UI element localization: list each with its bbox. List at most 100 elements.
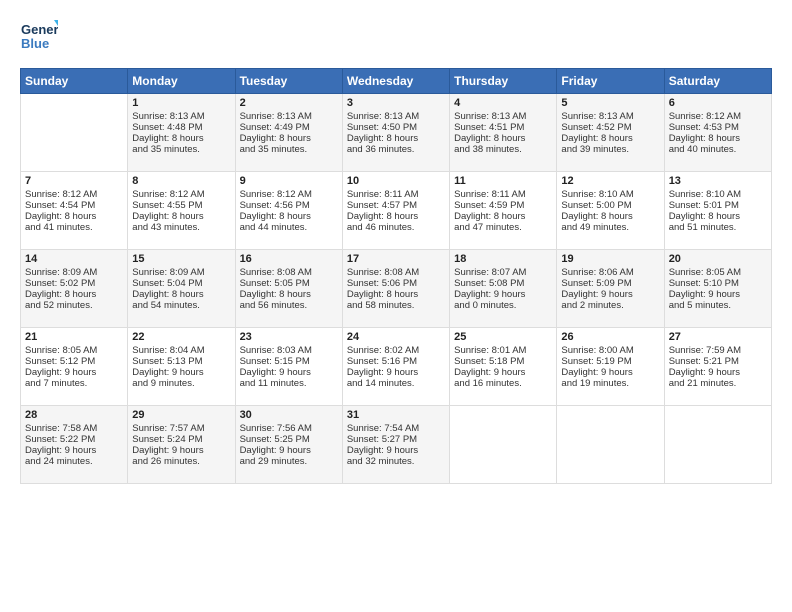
cell-info: Daylight: 9 hours <box>669 289 767 300</box>
day-number: 6 <box>669 97 767 109</box>
cell-info: Sunset: 5:12 PM <box>25 356 123 367</box>
cell-info: Sunrise: 7:56 AM <box>240 423 338 434</box>
weekday-header-sunday: Sunday <box>21 69 128 94</box>
cell-info: Sunset: 5:27 PM <box>347 434 445 445</box>
day-number: 9 <box>240 175 338 187</box>
cell-info: Sunset: 5:04 PM <box>132 278 230 289</box>
cell-info: Daylight: 9 hours <box>347 445 445 456</box>
calendar-cell: 13Sunrise: 8:10 AMSunset: 5:01 PMDayligh… <box>664 172 771 250</box>
cell-info: Sunset: 4:54 PM <box>25 200 123 211</box>
calendar-cell: 12Sunrise: 8:10 AMSunset: 5:00 PMDayligh… <box>557 172 664 250</box>
cell-info: and 58 minutes. <box>347 300 445 311</box>
day-number: 28 <box>25 409 123 421</box>
cell-info: Sunrise: 8:12 AM <box>669 111 767 122</box>
weekday-header-friday: Friday <box>557 69 664 94</box>
day-number: 5 <box>561 97 659 109</box>
cell-info: Sunrise: 8:13 AM <box>454 111 552 122</box>
cell-info: Daylight: 8 hours <box>561 133 659 144</box>
cell-info: Sunset: 5:19 PM <box>561 356 659 367</box>
cell-info: Sunrise: 8:11 AM <box>454 189 552 200</box>
cell-info: and 26 minutes. <box>132 456 230 467</box>
cell-info: and 19 minutes. <box>561 378 659 389</box>
day-number: 24 <box>347 331 445 343</box>
cell-info: and 54 minutes. <box>132 300 230 311</box>
cell-info: Sunset: 5:10 PM <box>669 278 767 289</box>
calendar-cell: 21Sunrise: 8:05 AMSunset: 5:12 PMDayligh… <box>21 328 128 406</box>
cell-info: and 52 minutes. <box>25 300 123 311</box>
cell-info: Sunrise: 8:00 AM <box>561 345 659 356</box>
cell-info: Sunrise: 8:12 AM <box>25 189 123 200</box>
day-number: 11 <box>454 175 552 187</box>
cell-info: Sunset: 5:16 PM <box>347 356 445 367</box>
cell-info: Daylight: 9 hours <box>454 367 552 378</box>
logo: General Blue <box>20 18 58 56</box>
cell-info: Daylight: 9 hours <box>132 367 230 378</box>
cell-info: Sunrise: 8:12 AM <box>240 189 338 200</box>
cell-info: Daylight: 8 hours <box>347 289 445 300</box>
calendar-cell: 26Sunrise: 8:00 AMSunset: 5:19 PMDayligh… <box>557 328 664 406</box>
calendar-cell: 24Sunrise: 8:02 AMSunset: 5:16 PMDayligh… <box>342 328 449 406</box>
cell-info: Sunset: 4:49 PM <box>240 122 338 133</box>
cell-info: Sunset: 5:24 PM <box>132 434 230 445</box>
calendar-cell: 1Sunrise: 8:13 AMSunset: 4:48 PMDaylight… <box>128 94 235 172</box>
day-number: 7 <box>25 175 123 187</box>
calendar-cell <box>664 406 771 484</box>
cell-info: Sunrise: 8:05 AM <box>669 267 767 278</box>
day-number: 30 <box>240 409 338 421</box>
day-number: 14 <box>25 253 123 265</box>
day-number: 1 <box>132 97 230 109</box>
cell-info: Sunrise: 8:13 AM <box>132 111 230 122</box>
calendar-cell: 14Sunrise: 8:09 AMSunset: 5:02 PMDayligh… <box>21 250 128 328</box>
cell-info: Sunrise: 8:05 AM <box>25 345 123 356</box>
cell-info: Sunset: 5:25 PM <box>240 434 338 445</box>
cell-info: Daylight: 8 hours <box>240 211 338 222</box>
cell-info: Daylight: 8 hours <box>669 133 767 144</box>
day-number: 21 <box>25 331 123 343</box>
calendar-cell: 3Sunrise: 8:13 AMSunset: 4:50 PMDaylight… <box>342 94 449 172</box>
cell-info: Sunset: 5:18 PM <box>454 356 552 367</box>
cell-info: and 35 minutes. <box>240 144 338 155</box>
cell-info: Daylight: 8 hours <box>132 133 230 144</box>
cell-info: Sunrise: 8:13 AM <box>561 111 659 122</box>
cell-info: Sunrise: 7:59 AM <box>669 345 767 356</box>
weekday-header-wednesday: Wednesday <box>342 69 449 94</box>
cell-info: and 14 minutes. <box>347 378 445 389</box>
cell-info: Sunrise: 8:13 AM <box>240 111 338 122</box>
cell-info: Sunset: 5:15 PM <box>240 356 338 367</box>
cell-info: and 24 minutes. <box>25 456 123 467</box>
day-number: 29 <box>132 409 230 421</box>
day-number: 22 <box>132 331 230 343</box>
cell-info: and 49 minutes. <box>561 222 659 233</box>
cell-info: Sunrise: 8:09 AM <box>25 267 123 278</box>
logo-svg: General Blue <box>20 18 58 56</box>
cell-info: Daylight: 8 hours <box>454 211 552 222</box>
calendar-cell: 19Sunrise: 8:06 AMSunset: 5:09 PMDayligh… <box>557 250 664 328</box>
cell-info: Daylight: 8 hours <box>454 133 552 144</box>
cell-info: and 43 minutes. <box>132 222 230 233</box>
calendar-cell <box>21 94 128 172</box>
cell-info: and 2 minutes. <box>561 300 659 311</box>
day-number: 23 <box>240 331 338 343</box>
cell-info: Sunset: 5:05 PM <box>240 278 338 289</box>
cell-info: Sunset: 5:00 PM <box>561 200 659 211</box>
cell-info: Sunrise: 8:06 AM <box>561 267 659 278</box>
day-number: 16 <box>240 253 338 265</box>
calendar-cell: 23Sunrise: 8:03 AMSunset: 5:15 PMDayligh… <box>235 328 342 406</box>
cell-info: Sunrise: 7:54 AM <box>347 423 445 434</box>
week-row-5: 28Sunrise: 7:58 AMSunset: 5:22 PMDayligh… <box>21 406 772 484</box>
cell-info: Sunrise: 8:12 AM <box>132 189 230 200</box>
cell-info: Sunrise: 8:02 AM <box>347 345 445 356</box>
cell-info: and 32 minutes. <box>347 456 445 467</box>
day-number: 12 <box>561 175 659 187</box>
cell-info: Sunset: 5:02 PM <box>25 278 123 289</box>
day-number: 10 <box>347 175 445 187</box>
cell-info: Sunrise: 8:08 AM <box>347 267 445 278</box>
cell-info: Sunrise: 8:10 AM <box>561 189 659 200</box>
cell-info: Daylight: 9 hours <box>669 367 767 378</box>
calendar-cell <box>450 406 557 484</box>
day-number: 19 <box>561 253 659 265</box>
cell-info: and 29 minutes. <box>240 456 338 467</box>
week-row-1: 1Sunrise: 8:13 AMSunset: 4:48 PMDaylight… <box>21 94 772 172</box>
svg-text:Blue: Blue <box>21 36 49 51</box>
cell-info: Sunset: 4:59 PM <box>454 200 552 211</box>
